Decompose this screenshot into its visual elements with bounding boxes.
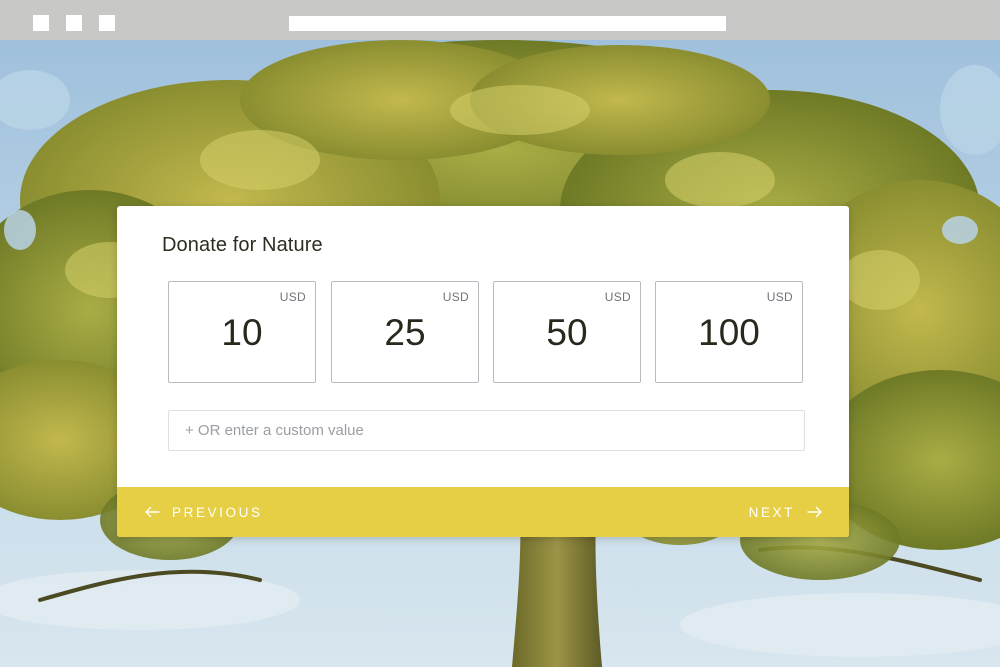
amount-value: 100 [698,312,760,353]
amount-value: 50 [546,312,588,353]
browser-chrome [0,0,1000,40]
amount-option-10[interactable]: USD 10 [168,281,316,383]
next-label: NEXT [748,504,795,520]
window-control-dot[interactable] [33,15,49,31]
arrow-left-icon [144,506,160,518]
address-bar[interactable] [289,16,726,31]
amount-option-50[interactable]: USD 50 [493,281,641,383]
window-control-dot[interactable] [99,15,115,31]
card-footer: PREVIOUS NEXT [117,487,849,537]
amount-value: 25 [384,312,426,353]
card-title: Donate for Nature [162,234,323,256]
currency-label: USD [604,290,631,304]
amount-option-25[interactable]: USD 25 [331,281,479,383]
currency-label: USD [442,290,469,304]
currency-label: USD [766,290,793,304]
arrow-right-icon [807,506,823,518]
previous-button[interactable]: PREVIOUS [144,487,263,537]
next-button[interactable]: NEXT [749,487,823,537]
donation-card: Donate for Nature USD 10 USD 25 USD 50 U… [117,206,849,537]
previous-label: PREVIOUS [172,504,263,520]
custom-amount-input[interactable] [168,410,805,451]
currency-label: USD [279,290,306,304]
amount-value: 10 [221,312,263,353]
amount-option-100[interactable]: USD 100 [655,281,803,383]
window-control-dot[interactable] [66,15,82,31]
page: Donate for Nature USD 10 USD 25 USD 50 U… [0,0,1000,667]
